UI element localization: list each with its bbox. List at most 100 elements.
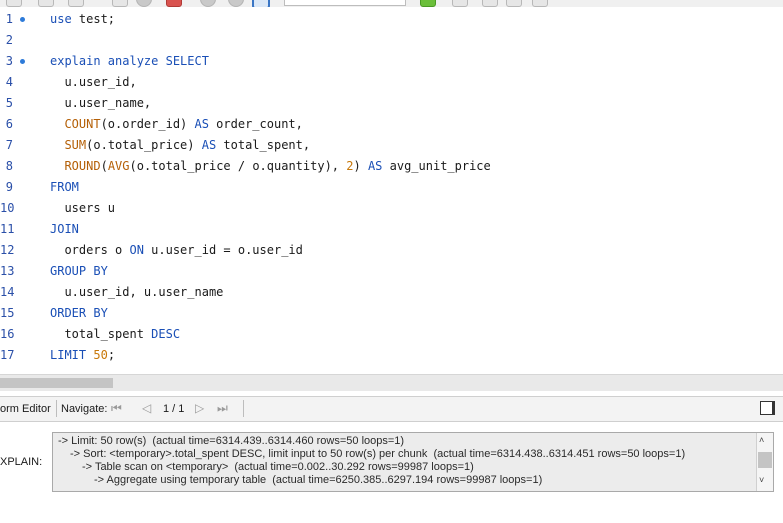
code-line[interactable]: 11 JOIN [0,219,783,240]
sql-text: (o.total_price / o.quantity), [129,159,347,173]
form-editor-bar: orm Editor Navigate: ⏮ ◁ 1 / 1 ▷ ⏭ [0,396,783,422]
horizontal-scrollbar[interactable] [0,374,783,391]
form-editor-title[interactable]: orm Editor [0,403,51,415]
code-text: u.user_id, [50,72,137,93]
code-line[interactable]: 3 explain analyze SELECT [0,51,783,72]
line-number: 9 [5,180,13,194]
sql-keyword: JOIN [50,222,79,236]
sql-text: ( [100,159,108,173]
sql-text: ) [353,159,368,173]
code-text: u.user_name, [50,93,151,114]
toolbar-button[interactable] [228,0,244,7]
code-text: ROUND(AVG(o.total_price / o.quantity), 2… [50,156,490,177]
sql-text: u.user_id, [50,75,137,89]
code-line[interactable]: 2 [0,30,783,51]
code-text: explain analyze SELECT [50,51,209,72]
execute-icon[interactable] [38,0,54,7]
divider [56,400,57,417]
sql-text: users u [50,201,116,215]
page-indicator: 1 / 1 [163,403,185,415]
last-page-icon[interactable]: ⏭ [217,401,228,416]
sql-keyword: FROM [50,180,79,194]
toolbar-button[interactable] [452,0,468,7]
line-number: 4 [5,75,13,89]
sql-keyword: GROUP BY [50,264,108,278]
stop-icon[interactable] [166,0,182,7]
sql-function: AVG [107,159,130,173]
sql-text: test; [71,12,116,26]
toolbar-button[interactable] [506,0,522,7]
first-page-icon[interactable]: ⏮ [111,401,122,416]
explain-line: -> Sort: <temporary>.total_spent DESC, l… [70,448,686,460]
sql-keyword: use [50,12,72,26]
sql-function: COUNT [64,117,101,131]
code-line[interactable]: 4 u.user_id, [0,72,783,93]
sql-keyword: AS [201,138,217,152]
line-number: 5 [5,96,13,110]
code-line[interactable]: 7 SUM(o.total_price) AS total_spent, [0,135,783,156]
sql-function: ROUND [64,159,101,173]
line-number: 17 [0,348,15,362]
code-line[interactable]: 17 LIMIT 50; [0,345,783,366]
explain-line: -> Table scan on <temporary> (actual tim… [82,461,474,473]
sql-text: u.user_id, u.user_name [50,285,224,299]
line-number: 11 [0,222,15,236]
code-line[interactable]: 16 total_spent DESC [0,324,783,345]
line-number: 14 [0,285,15,299]
sql-text: (o.order_id) [100,117,195,131]
code-line[interactable]: 9 FROM [0,177,783,198]
explain-line: -> Aggregate using temporary table (actu… [94,474,543,486]
line-number: 6 [5,117,13,131]
toolbar-button[interactable] [68,0,84,7]
code-line[interactable]: 8 ROUND(AVG(o.total_price / o.quantity),… [0,156,783,177]
line-number: 2 [5,33,13,47]
code-line[interactable]: 1 use test; [0,9,783,30]
line-number: 15 [0,306,15,320]
line-number: 8 [5,159,13,173]
sql-text: u.user_name, [50,96,152,110]
line-number: 10 [0,201,15,215]
code-text: use test; [50,9,115,30]
panel-toggle-icon[interactable] [760,401,775,415]
statement-marker-icon[interactable] [20,17,25,22]
explain-label: XPLAIN: [0,456,43,468]
next-page-icon[interactable]: ▷ [195,401,204,415]
search-icon[interactable] [482,0,498,7]
limit-rows-select[interactable] [284,0,406,6]
toolbar-button[interactable] [200,0,216,7]
sql-keyword: ON [129,243,144,257]
previous-page-icon[interactable]: ◁ [142,401,151,415]
sql-text: order_count, [208,117,303,131]
scroll-up-icon[interactable]: ˄ [759,435,764,445]
toolbar-button[interactable] [136,0,152,7]
scrollbar-thumb[interactable] [758,452,772,468]
code-text: LIMIT 50; [50,345,115,366]
code-line[interactable]: 12 orders o ON u.user_id = o.user_id [0,240,783,261]
code-line[interactable]: 6 COUNT(o.order_id) AS order_count, [0,114,783,135]
sql-keyword: AS [194,117,209,131]
code-text: JOIN [50,219,79,240]
sql-text: ; [107,348,116,362]
sql-editor[interactable]: 1 use test; 2 3 explain analyze SELECT 4 u.us… [0,7,783,374]
statement-marker-icon[interactable] [20,59,25,64]
code-text: FROM [50,177,79,198]
find-icon[interactable] [112,0,128,7]
toolbar-button[interactable] [6,0,22,7]
line-number: 13 [0,264,15,278]
sql-keyword: AS [367,159,383,173]
sql-text: total_spent, [216,138,311,152]
toolbar-button[interactable] [532,0,548,7]
code-line[interactable]: 15 ORDER BY [0,303,783,324]
line-number: 3 [5,54,13,68]
explain-output[interactable]: -> Limit: 50 row(s) (actual time=6314.43… [52,432,774,492]
code-line[interactable]: 10 users u [0,198,783,219]
sql-keyword: explain analyze SELECT [50,54,209,68]
vertical-scrollbar[interactable]: ˄ ˅ [756,433,773,491]
add-icon[interactable] [420,0,436,7]
scrollbar-thumb[interactable] [0,378,113,388]
code-line[interactable]: 13 GROUP BY [0,261,783,282]
scroll-down-icon[interactable]: ˅ [759,475,764,485]
code-line[interactable]: 14 u.user_id, u.user_name [0,282,783,303]
code-line[interactable]: 5 u.user_name, [0,93,783,114]
